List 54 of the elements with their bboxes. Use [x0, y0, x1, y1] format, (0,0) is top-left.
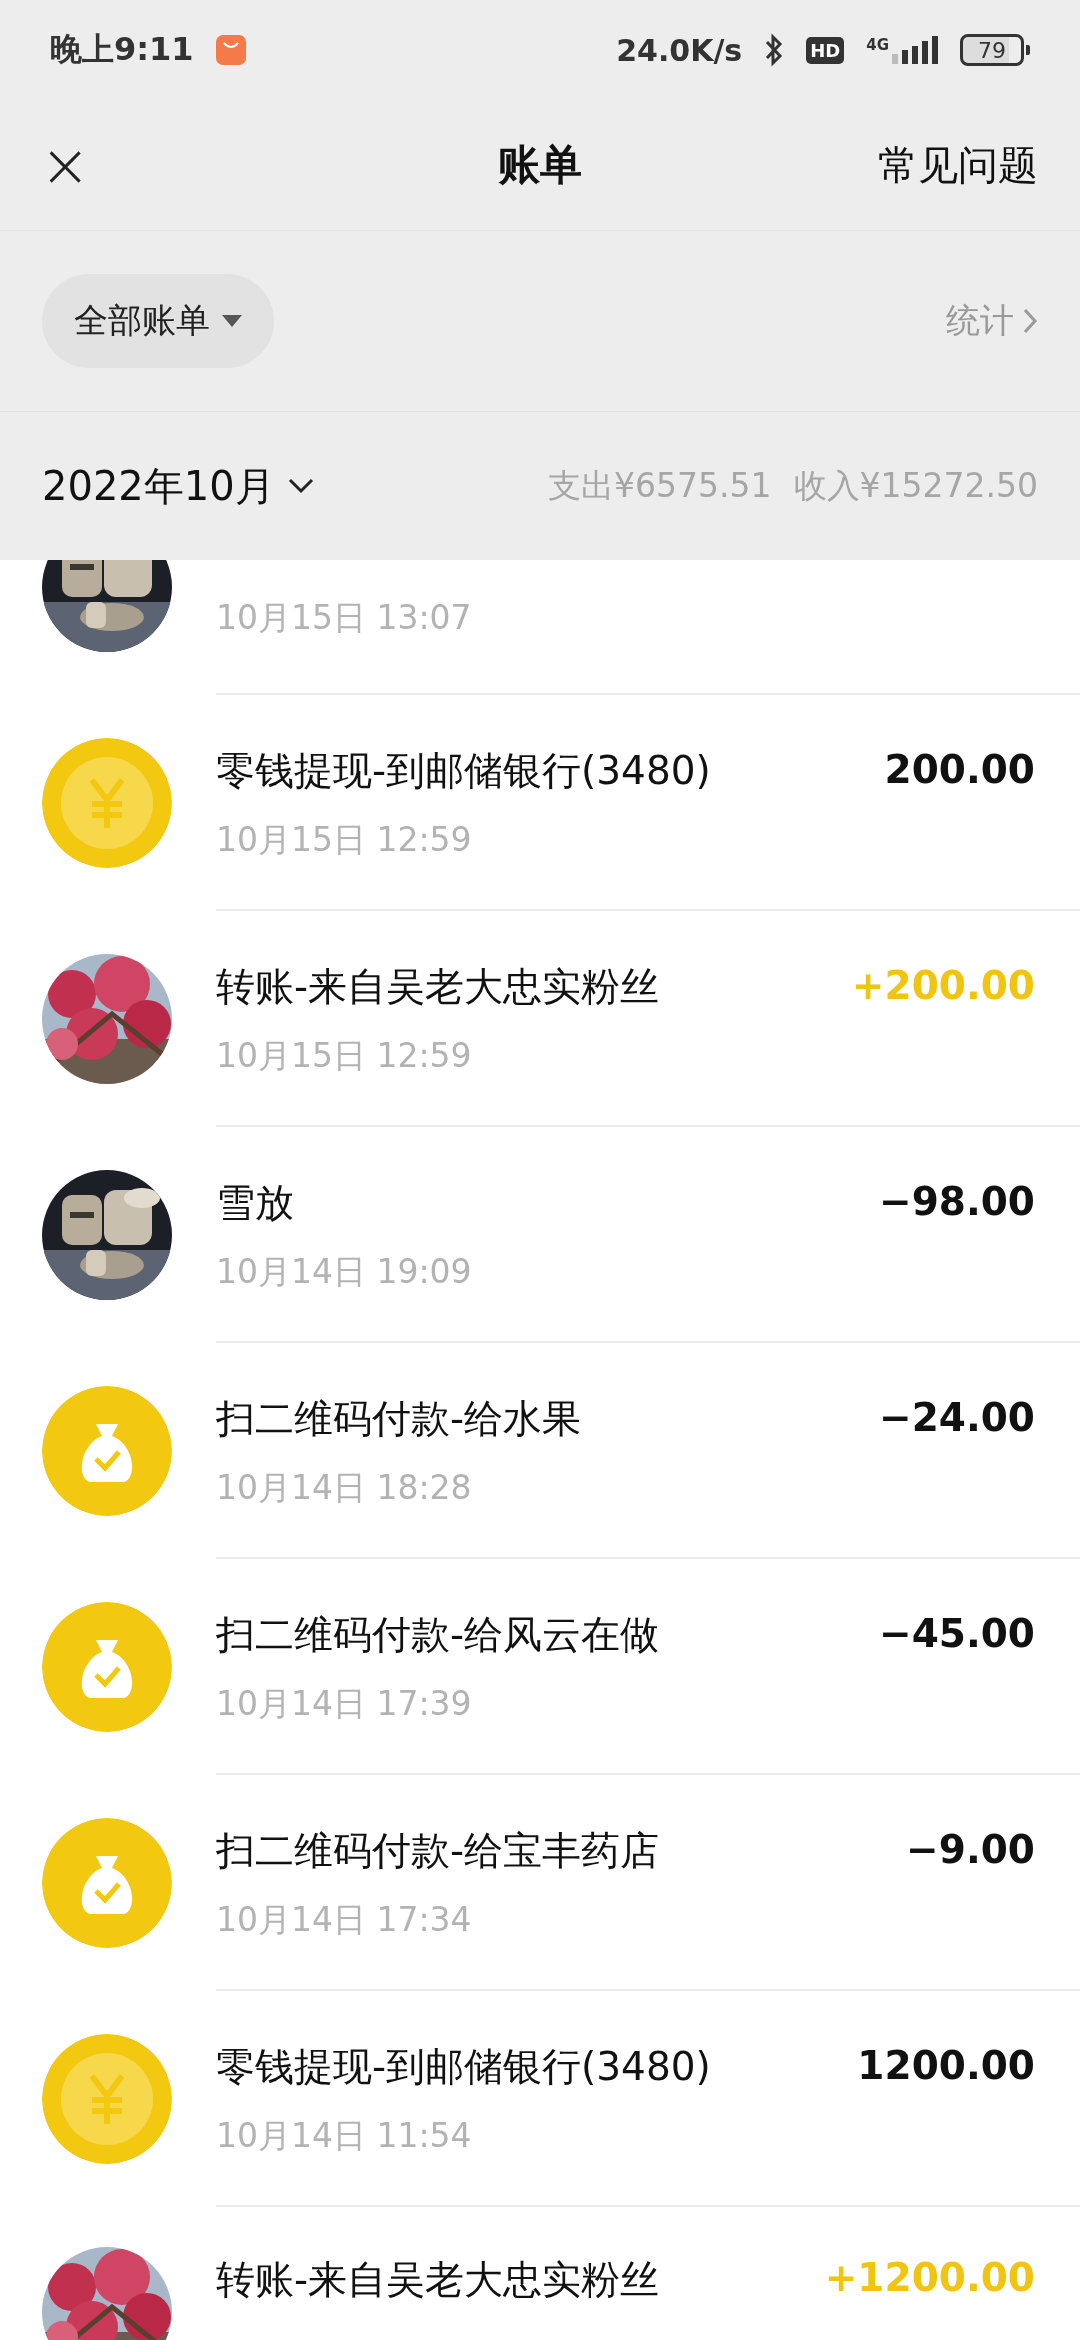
transaction-amount: 1200.00 [857, 2043, 1035, 2088]
transaction-title: 零钱提现-到邮储银行(3480) [216, 2042, 712, 2091]
transaction-row[interactable]: 扫二维码付款-给水果 10月14日 18:28 −24.00 [0, 1343, 1080, 1559]
transaction-row[interactable]: 扫二维码付款-给风云在做 10月14日 17:39 −45.00 [0, 1559, 1080, 1775]
transaction-row[interactable]: 零钱提现-到邮储银行(3480) 10月14日 11:54 1200.00 [0, 1991, 1080, 2207]
bill-filter-dropdown[interactable]: 全部账单 [42, 274, 274, 368]
transaction-row[interactable]: 雪放 10月14日 19:09 −98.00 [0, 1127, 1080, 1343]
coin-icon [42, 2034, 172, 2164]
transaction-amount: −9.00 [906, 1827, 1035, 1872]
transaction-title: 扫二维码付款-给宝丰药店 [216, 1826, 661, 1875]
money-bag-icon [42, 1602, 172, 1732]
month-selector[interactable]: 2022年10月 [42, 458, 315, 514]
transaction-row[interactable]: 转账-来自吴老大忠实粉丝 10月15日 12:59 +200.00 [0, 911, 1080, 1127]
page-title: 账单 [498, 140, 582, 189]
transaction-amount: 200.00 [884, 747, 1035, 792]
transaction-time: 10月15日 12:59 [216, 1034, 473, 1077]
expense-total: 支出¥6575.51 [548, 464, 772, 507]
transaction-time: 10月14日 18:28 [216, 1466, 473, 1509]
transaction-amount: −24.00 [878, 1395, 1035, 1440]
coin-icon [42, 738, 172, 868]
transaction-row[interactable]: 转账-来自吴老大忠实粉丝 +1200.00 [0, 2207, 1080, 2340]
faq-link[interactable]: 常见问题 [878, 137, 1038, 193]
battery-level: 79 [960, 34, 1024, 66]
transaction-title: 零钱提现-到邮储银行(3480) [216, 746, 712, 795]
transaction-time: 10月15日 12:59 [216, 818, 473, 861]
transaction-amount: +1200.00 [824, 2255, 1035, 2300]
money-bag-icon [42, 1818, 172, 1948]
chevron-right-icon [1022, 307, 1038, 335]
transaction-title: 雪放 [216, 1178, 295, 1227]
store-icon [215, 35, 246, 65]
transaction-time: 10月14日 17:34 [216, 1898, 473, 1941]
transaction-title: 转账-来自吴老大忠实粉丝 [216, 962, 661, 1011]
chevron-down-icon [286, 477, 315, 495]
transaction-time: 10月14日 11:54 [216, 2114, 473, 2157]
transaction-time: 10月14日 17:39 [216, 1682, 473, 1725]
transaction-row[interactable]: 零钱提现-到邮储银行(3480) 10月15日 12:59 200.00 [0, 695, 1080, 911]
money-bag-icon [42, 1386, 172, 1516]
status-time: 晚上9:11 [50, 29, 194, 70]
signal-icon [892, 36, 938, 64]
transaction-time: 10月14日 19:09 [216, 1250, 473, 1293]
transaction-row[interactable]: 扫二维码付款-给宝丰药店 10月14日 17:34 −9.00 [0, 1775, 1080, 1991]
transaction-time: 10月15日 13:07 [216, 596, 473, 639]
transaction-amount: +200.00 [851, 963, 1035, 1008]
transaction-amount: −45.00 [878, 1611, 1035, 1656]
transaction-title: 扫二维码付款-给风云在做 [216, 1610, 661, 1659]
transaction-title: 扫二维码付款-给水果 [216, 1394, 583, 1443]
network-type: 4G [866, 36, 889, 54]
network-speed: 24.0K/s [616, 32, 743, 68]
bluetooth-icon [764, 33, 785, 67]
hd-badge: HD [806, 36, 845, 64]
income-total: 收入¥15272.50 [793, 464, 1038, 507]
transaction-title: 转账-来自吴老大忠实粉丝 [216, 2256, 661, 2304]
transaction-amount: −98.00 [878, 1179, 1035, 1224]
close-button[interactable]: × [30, 135, 101, 195]
